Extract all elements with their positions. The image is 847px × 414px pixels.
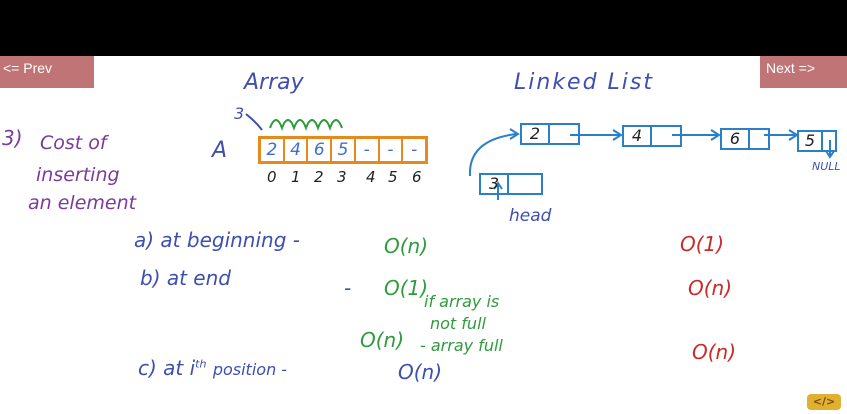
array-cell: 4 <box>285 139 309 161</box>
array-index: 4 <box>366 168 376 186</box>
insert-value: 3 <box>234 104 245 123</box>
null-label: NULL <box>812 160 841 173</box>
row-b-note-1: if array is <box>424 292 500 311</box>
next-button[interactable]: Next => <box>760 56 847 88</box>
linked-list-title: Linked List <box>514 70 655 95</box>
array-title: Array <box>244 70 304 95</box>
row-a-array-cost: O(n) <box>384 234 429 258</box>
list-node: 5 <box>797 130 837 152</box>
row-c-array-cost: O(n) <box>398 360 443 384</box>
new-list-node: 3 <box>479 173 543 195</box>
array-cell: - <box>411 140 418 160</box>
array-cell: 2 <box>261 139 285 161</box>
list-node-value: 3 <box>481 175 509 193</box>
array-cells: 2 4 6 5 - - - <box>258 136 428 164</box>
array-index: 5 <box>388 168 398 186</box>
array-cell: - <box>380 139 404 161</box>
prev-button[interactable]: <= Prev <box>0 56 94 88</box>
array-index: 2 <box>314 168 324 186</box>
list-node-value: 4 <box>624 127 652 145</box>
code-logo-icon: </> <box>807 394 841 410</box>
row-a-list-cost: O(1) <box>680 232 725 256</box>
heading-line-3: an element <box>28 192 137 214</box>
row-a-label: a) at beginning - <box>134 228 300 252</box>
list-node: 6 <box>720 128 770 150</box>
row-c-label-text: c) at i <box>138 356 196 380</box>
head-label: head <box>509 206 552 226</box>
heading-line-2: inserting <box>36 164 120 186</box>
array-cell: - <box>356 139 380 161</box>
list-node: 2 <box>520 123 580 145</box>
array-index: 3 <box>337 168 347 186</box>
row-c-label: c) at ith position - <box>138 356 287 380</box>
array-cell: 6 <box>308 139 333 161</box>
row-b-array-cost-2: O(n) <box>360 328 405 352</box>
array-index: 0 <box>267 168 277 186</box>
row-c-label-text-2: position - <box>212 360 288 379</box>
array-index: 6 <box>412 168 422 186</box>
list-node-value: 5 <box>799 132 823 150</box>
array-name: A <box>212 138 228 163</box>
row-c-superscript: th <box>195 357 207 371</box>
row-b-note-3: - array full <box>420 336 503 355</box>
video-top-bar <box>0 0 847 56</box>
array-index: 1 <box>291 168 301 186</box>
row-b-dash: - <box>344 276 352 300</box>
heading-number: 3) <box>2 126 23 150</box>
list-node-value: 2 <box>522 125 550 143</box>
list-node-value: 6 <box>722 130 750 148</box>
list-node: 4 <box>622 125 682 147</box>
shift-arrows-icon <box>245 113 343 131</box>
row-b-list-cost: O(n) <box>688 276 733 300</box>
array-cell: 5 <box>332 139 356 161</box>
row-b-label: b) at end <box>140 266 231 290</box>
heading-line-1: Cost of <box>40 132 107 154</box>
row-c-list-cost: O(n) <box>692 340 737 364</box>
row-b-array-cost: O(1) <box>384 276 429 300</box>
row-b-note-2: not full <box>430 314 486 333</box>
